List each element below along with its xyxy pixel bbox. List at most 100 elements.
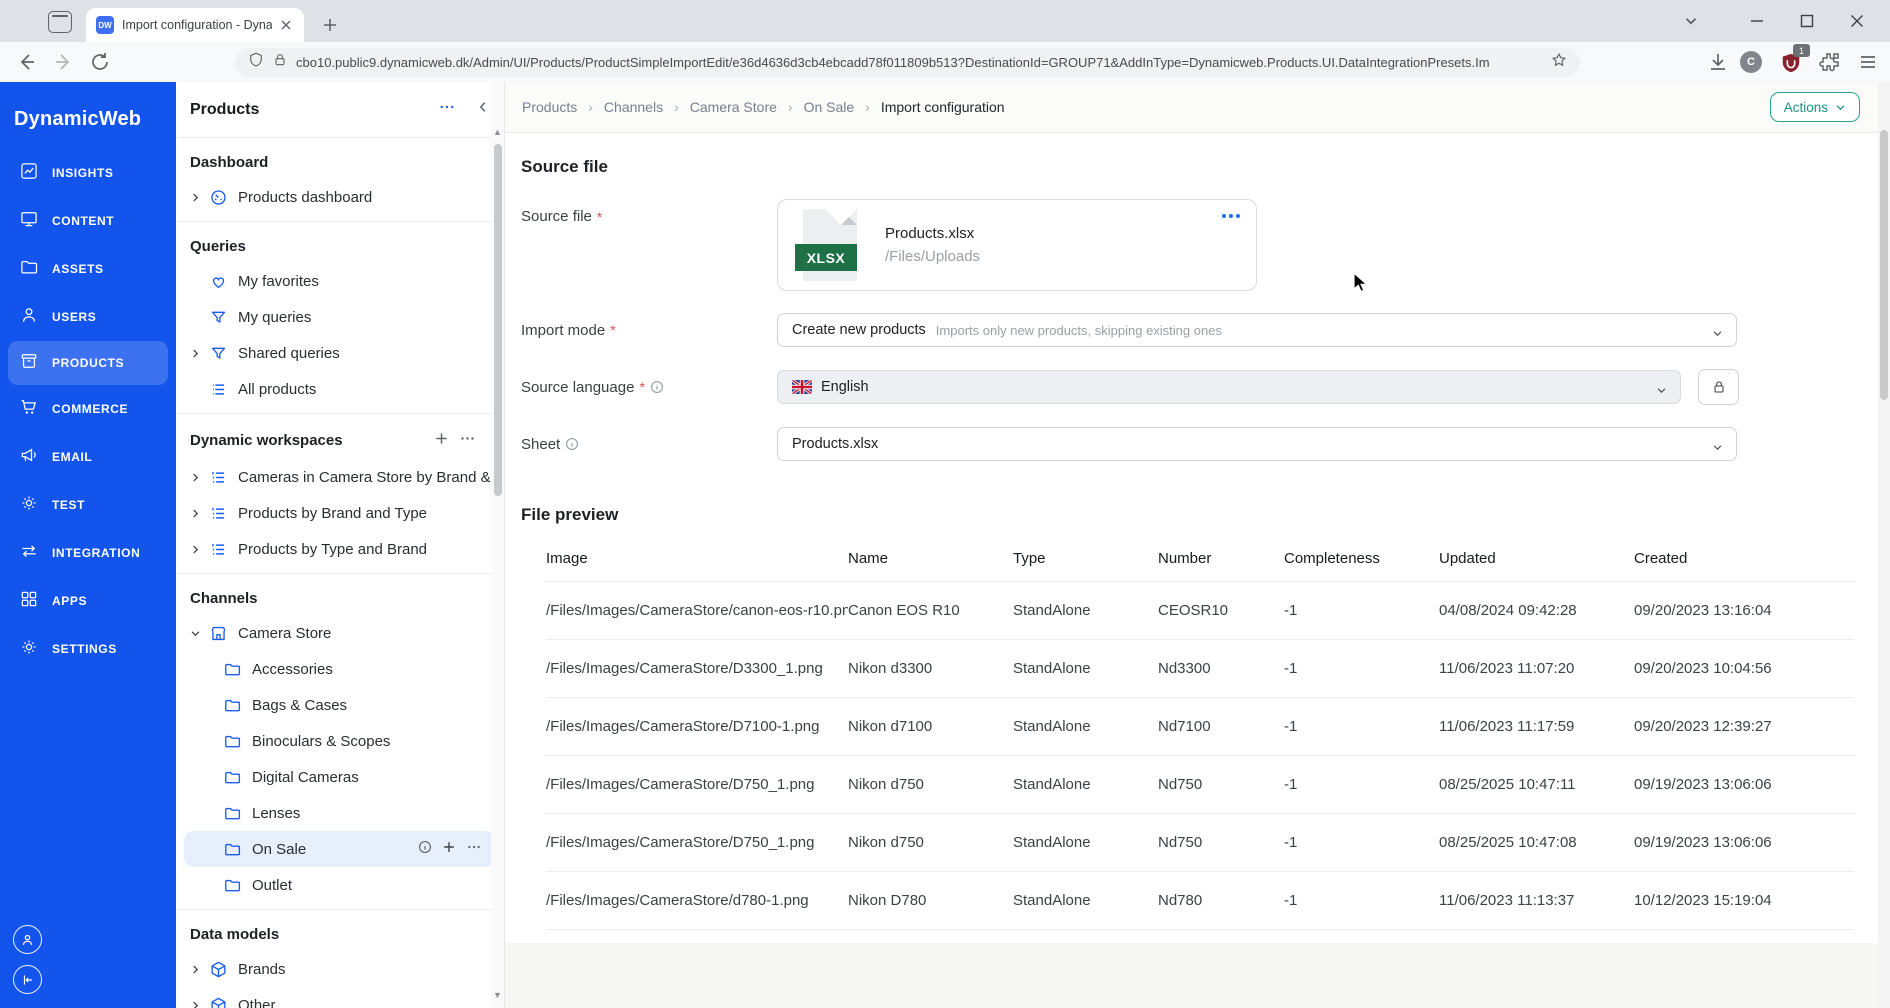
panel-item-all-products[interactable]: All products [176,371,504,407]
panel-item-workspace-2[interactable]: Products by Brand and Type [176,495,504,531]
sidebar-item-email[interactable]: EMAIL [0,433,176,481]
scroll-up-icon[interactable]: ▲ [493,128,502,137]
info-icon[interactable] [650,380,664,394]
section-data-models: Data models Brands Other [176,910,504,1008]
browser-menu-icon[interactable] [1856,50,1880,74]
user-avatar-icon[interactable] [13,925,42,954]
sidebar-item-commerce[interactable]: COMMERCE [0,385,176,433]
table-row: /Files/Images/CameraStore/D3300_1.png Nik… [546,639,1854,698]
page-scrollbar[interactable] [1878,82,1890,1008]
panel-item-on-sale[interactable]: On Sale [184,831,496,867]
chevron-right-icon[interactable] [190,1000,208,1008]
chevron-down-icon[interactable] [190,628,208,639]
sheet-select[interactable]: Products.xlsx [777,427,1737,461]
extension-c-icon[interactable]: C [1740,51,1762,73]
panel-collapse-icon[interactable] [476,100,490,119]
actions-button[interactable]: Actions [1769,92,1860,122]
sidebar-item-assets[interactable]: ASSETS [0,245,176,293]
panel-item-brands[interactable]: Brands [176,951,504,987]
primary-sidebar: DynamicWeb INSIGHTS CONTENT ASSETS USERS… [0,82,176,1008]
chevron-right-icon[interactable] [190,192,208,203]
panel-item-lenses[interactable]: Lenses [176,795,504,831]
forward-button[interactable] [52,50,76,74]
col-number: Number [1158,549,1212,567]
chevron-right-icon[interactable] [190,544,208,555]
import-mode-label: Import mode * [521,321,616,339]
section-queries: Queries My favorites My queries Shared q… [176,222,504,414]
col-name: Name [848,549,889,567]
tab-search-icon[interactable] [48,11,72,33]
sidebar-item-content[interactable]: CONTENT [0,197,176,245]
chevron-right-icon[interactable] [190,472,208,483]
sidebar-item-test[interactable]: TEST [0,481,176,529]
panel-item-products-dashboard[interactable]: Products dashboard [176,179,504,215]
section-heading-queries: Queries [190,238,246,255]
panel-item-camera-store[interactable]: Camera Store [176,615,504,651]
lock-icon[interactable] [272,52,288,73]
back-button[interactable] [14,50,38,74]
panel-item-outlet[interactable]: Outlet [176,867,504,903]
collapse-sidebar-icon[interactable] [13,965,42,994]
item-menu-icon[interactable] [466,839,482,860]
close-window-button[interactable] [1846,10,1868,32]
table-header-row: Image Name Type Number Completeness Upda… [546,535,1854,582]
maximize-button[interactable] [1796,10,1818,32]
breadcrumb-on-sale[interactable]: On Sale [804,99,855,115]
info-icon[interactable] [418,840,432,859]
browser-tab[interactable]: DW Import configuration - Dynamic [86,8,304,42]
folder-icon [222,732,242,751]
source-language-select[interactable]: English [777,370,1681,404]
sidebar-item-users[interactable]: USERS [0,293,176,341]
url-bar[interactable]: cbo10.public9.dynamicweb.dk/Admin/UI/Pro… [235,48,1580,77]
table-row: /Files/Images/CameraStore/d780-1.png Niko… [546,871,1854,930]
sidebar-item-products[interactable]: PRODUCTS [8,341,168,385]
breadcrumb-camera-store[interactable]: Camera Store [690,99,777,115]
cube-icon [208,996,228,1008]
import-mode-select[interactable]: Create new products Imports only new pro… [777,313,1737,347]
xlsx-file-icon: XLSX [791,206,869,284]
sidebar-item-integration[interactable]: INTEGRATION [0,529,176,577]
section-title-file-preview: File preview [521,505,619,524]
folder-icon [19,257,39,282]
panel-item-bags-cases[interactable]: Bags & Cases [176,687,504,723]
tracking-shield-icon[interactable] [247,51,265,74]
sidebar-item-insights[interactable]: INSIGHTS [0,149,176,197]
add-workspace-icon[interactable] [434,431,449,450]
panel-item-workspace-3[interactable]: Products by Type and Brand [176,531,504,567]
info-icon[interactable] [565,437,579,451]
new-tab-button[interactable] [318,13,342,37]
sidebar-item-settings[interactable]: SETTINGS [0,625,176,673]
folder-icon [222,660,242,679]
file-menu-icon[interactable] [1222,214,1240,218]
panel-item-my-favorites[interactable]: My favorites [176,263,504,299]
panel-item-other[interactable]: Other [176,987,504,1008]
breadcrumb-products[interactable]: Products [522,99,577,115]
chevron-right-icon[interactable] [190,964,208,975]
download-icon[interactable] [1706,50,1730,74]
reload-button[interactable] [88,50,112,74]
panel-item-accessories[interactable]: Accessories [176,651,504,687]
tab-close-icon[interactable] [278,17,294,33]
panel-scrollbar[interactable]: ▲ ▼ [491,82,504,1008]
chevron-right-icon[interactable] [190,348,208,359]
tab-strip: DW Import configuration - Dynamic [0,0,1890,42]
panel-item-my-queries[interactable]: My queries [176,299,504,335]
panel-item-shared-queries[interactable]: Shared queries [176,335,504,371]
panel-menu-icon[interactable] [438,98,456,121]
panel-item-workspace-1[interactable]: Cameras in Camera Store by Brand & Le [176,459,504,495]
lock-button[interactable] [1698,369,1739,405]
source-file-card[interactable]: XLSX Products.xlsx /Files/Uploads [777,199,1257,291]
tab-list-chevron-icon[interactable] [1682,12,1700,35]
extensions-puzzle-icon[interactable] [1818,50,1842,74]
sidebar-item-apps[interactable]: APPS [0,577,176,625]
breadcrumb-separator: › [588,99,593,115]
workspaces-menu-icon[interactable] [459,430,476,451]
chevron-right-icon[interactable] [190,508,208,519]
panel-item-binoculars-scopes[interactable]: Binoculars & Scopes [176,723,504,759]
breadcrumb-channels[interactable]: Channels [604,99,663,115]
add-icon[interactable] [442,840,456,859]
panel-item-digital-cameras[interactable]: Digital Cameras [176,759,504,795]
minimize-button[interactable] [1746,10,1768,32]
scroll-down-icon[interactable]: ▼ [493,991,502,1000]
bookmark-star-icon[interactable] [1550,51,1568,74]
